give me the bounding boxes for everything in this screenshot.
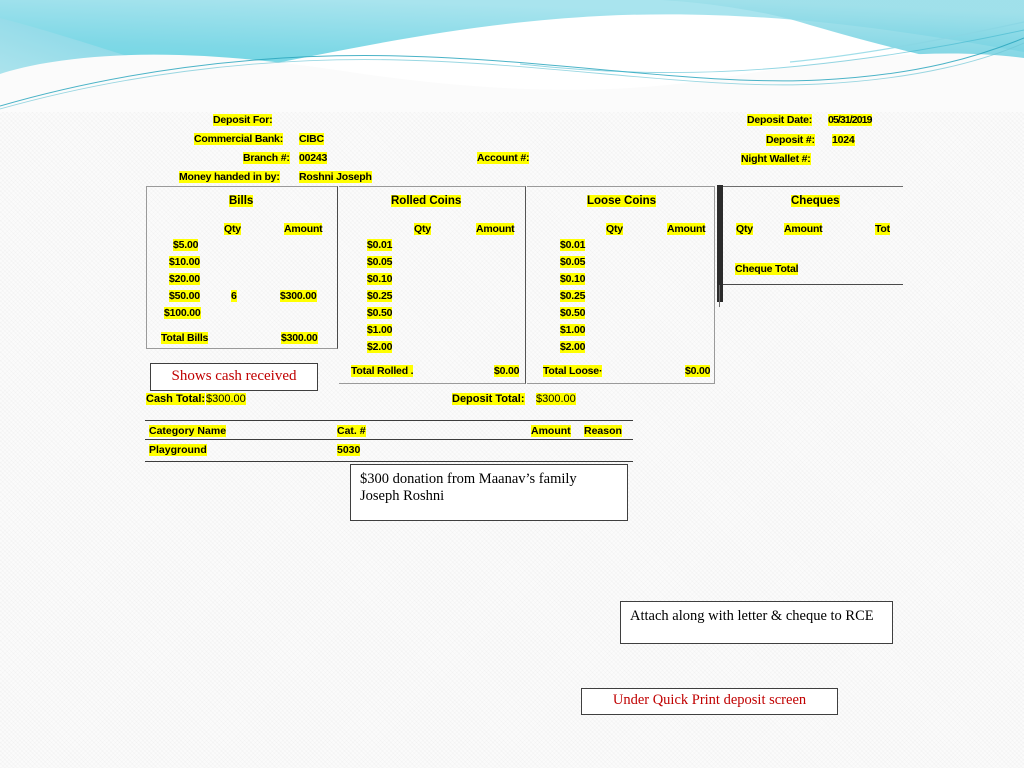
rolled-col-amount: Amount: [476, 223, 515, 235]
loose-denom: $0.10: [560, 273, 586, 285]
deposit-for-label: Deposit For:: [213, 114, 273, 126]
bills-denom: $10.00: [169, 256, 200, 268]
bills-denom: $100.00: [164, 307, 201, 319]
loose-coins-title: Loose Coins: [587, 195, 657, 207]
callout-attach-instruction-text: Attach along with letter & cheque to RCE: [630, 608, 874, 624]
loose-col-qty: Qty: [606, 223, 623, 235]
bills-col-amount: Amount: [284, 223, 323, 235]
loose-col-amount: Amount: [667, 223, 706, 235]
bills-amount-value[interactable]: $300.00: [280, 290, 317, 303]
loose-coins-panel: [527, 186, 715, 384]
loose-denom: $0.01: [560, 239, 586, 251]
category-table: Category Name Cat. # Amount Reason Playg…: [145, 420, 633, 464]
rolled-total-label: Total Rolled .: [351, 365, 414, 377]
loose-denom: $0.05: [560, 256, 586, 268]
callout-quick-print: Under Quick Print deposit screen: [581, 688, 838, 715]
category-row-name[interactable]: Playground: [149, 444, 207, 456]
deposit-date-label: Deposit Date:: [747, 114, 813, 126]
bills-qty-value[interactable]: 6: [231, 290, 237, 303]
cash-total-label: Cash Total:: [146, 393, 206, 405]
category-header-name: Category Name: [149, 425, 227, 437]
callout-attach-instruction: Attach along with letter & cheque to RCE: [620, 601, 893, 644]
callout-cash-received: Shows cash received: [150, 363, 318, 391]
cheques-col-total-clipped: Tot: [875, 223, 890, 235]
loose-denom: $0.25: [560, 290, 586, 302]
commercial-bank-label: Commercial Bank:: [194, 133, 283, 145]
rolled-coins-title: Rolled Coins: [391, 195, 462, 207]
bills-denom: $20.00: [169, 273, 200, 285]
cash-total-value: $300.00: [206, 393, 246, 405]
branch-number-label: Branch #:: [243, 152, 290, 164]
rolled-denom: $2.00: [367, 341, 393, 353]
bills-total-label: Total Bills: [161, 332, 209, 344]
money-handed-in-by-label: Money handed in by:: [179, 171, 280, 183]
loose-denom: $1.00: [560, 324, 586, 336]
rolled-denom: $0.05: [367, 256, 393, 268]
bills-denom: $5.00: [173, 239, 199, 251]
bills-total-value: $300.00: [281, 332, 318, 344]
callout-quick-print-text: Under Quick Print deposit screen: [612, 692, 807, 708]
cheques-col-amount: Amount: [784, 223, 823, 235]
callout-donation-note-text: $300 donation from Maanav’s family Josep…: [360, 471, 577, 504]
callout-cash-received-text: Shows cash received: [171, 368, 297, 384]
rolled-total-value: $0.00: [494, 365, 520, 377]
cheques-title: Cheques: [791, 195, 840, 207]
category-header-amount: Amount: [531, 425, 571, 437]
branch-number-value[interactable]: 00243: [299, 152, 327, 165]
category-table-header-row: Category Name Cat. # Amount Reason: [145, 420, 633, 440]
rolled-denom: $1.00: [367, 324, 393, 336]
deposit-date-value[interactable]: 05/31/2019: [828, 114, 872, 127]
cheques-divider-stem: [719, 285, 721, 307]
loose-denom: $0.50: [560, 307, 586, 319]
cheques-col-qty: Qty: [736, 223, 753, 235]
rolled-denom: $0.25: [367, 290, 393, 302]
cheques-total-label: Cheque Total: [735, 263, 799, 275]
category-header-reason: Reason: [584, 425, 622, 437]
deposit-number-label: Deposit #:: [766, 134, 815, 146]
loose-total-value: $0.00: [685, 365, 711, 377]
bills-col-qty: Qty: [224, 223, 241, 235]
night-wallet-label: Night Wallet #:: [741, 153, 811, 165]
rolled-denom: $0.50: [367, 307, 393, 319]
deposit-number-value[interactable]: 1024: [832, 134, 855, 147]
rolled-denom: $0.01: [367, 239, 393, 251]
table-row[interactable]: Playground 5030: [145, 440, 633, 462]
loose-denom: $2.00: [560, 341, 586, 353]
deposit-form-slide: Deposit For: Commercial Bank: CIBC Branc…: [0, 0, 1024, 768]
money-handed-in-by-value[interactable]: Roshni Joseph: [299, 171, 372, 184]
bills-title: Bills: [229, 195, 254, 207]
category-header-catnum: Cat. #: [337, 425, 366, 437]
rolled-denom: $0.10: [367, 273, 393, 285]
deposit-total-label: Deposit Total:: [452, 393, 525, 405]
category-row-catnum[interactable]: 5030: [337, 444, 361, 456]
bills-denom: $50.00: [169, 290, 200, 302]
callout-donation-note: $300 donation from Maanav’s family Josep…: [350, 464, 628, 521]
commercial-bank-value[interactable]: CIBC: [299, 133, 324, 146]
rolled-col-qty: Qty: [414, 223, 431, 235]
loose-total-label: Total Loose·: [543, 365, 603, 377]
account-number-label: Account #:: [477, 152, 530, 164]
deposit-total-value: $300.00: [536, 393, 576, 405]
